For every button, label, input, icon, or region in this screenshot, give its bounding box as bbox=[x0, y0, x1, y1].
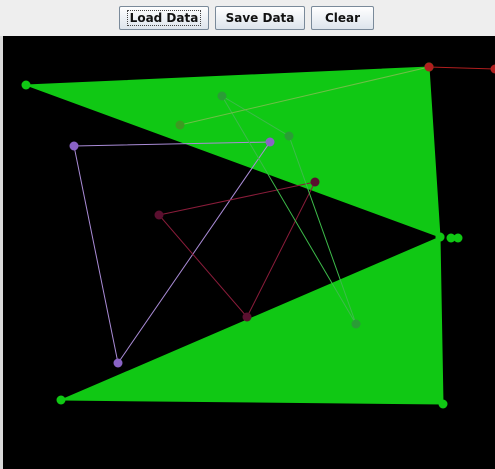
dark-red-triangle-vertex[interactable] bbox=[242, 312, 252, 322]
green-filled-triangle-bottom-vertex[interactable] bbox=[56, 395, 66, 405]
green-filled-triangle-top-vertex[interactable] bbox=[21, 80, 31, 90]
olive-line-vertex[interactable] bbox=[175, 120, 185, 130]
toolbar: Load Data Save Data Clear bbox=[0, 0, 495, 36]
green-filled-triangle-top[interactable] bbox=[25, 66, 441, 238]
lightblue-point-vertex[interactable] bbox=[453, 233, 463, 243]
load-data-button[interactable]: Load Data bbox=[119, 6, 209, 30]
app-window: Load Data Save Data Clear bbox=[0, 0, 495, 469]
green-filled-triangle-bottom-vertex[interactable] bbox=[438, 399, 448, 409]
green-filled-triangle-bottom[interactable] bbox=[60, 236, 444, 405]
clear-button[interactable]: Clear bbox=[311, 6, 374, 30]
light-green-path-vertex[interactable] bbox=[217, 91, 227, 101]
canvas-svg[interactable] bbox=[3, 36, 495, 469]
red-ray-vertex[interactable] bbox=[490, 64, 495, 74]
purple-triangle-vertex[interactable] bbox=[113, 358, 123, 368]
red-ray[interactable] bbox=[428, 66, 495, 70]
green-filled-triangle-bottom-vertex[interactable] bbox=[435, 232, 445, 242]
load-data-label: Load Data bbox=[126, 10, 202, 26]
purple-triangle-vertex[interactable] bbox=[265, 137, 275, 147]
purple-triangle-vertex[interactable] bbox=[69, 141, 79, 151]
light-green-path-vertex[interactable] bbox=[284, 131, 294, 141]
dark-red-triangle-vertex[interactable] bbox=[310, 177, 320, 187]
save-data-button[interactable]: Save Data bbox=[215, 6, 305, 30]
dark-red-triangle[interactable] bbox=[158, 181, 316, 318]
drawing-canvas[interactable] bbox=[3, 36, 495, 469]
light-green-path-vertex[interactable] bbox=[351, 319, 361, 329]
red-ray-vertex[interactable] bbox=[424, 62, 434, 72]
dark-red-triangle-vertex[interactable] bbox=[154, 210, 164, 220]
